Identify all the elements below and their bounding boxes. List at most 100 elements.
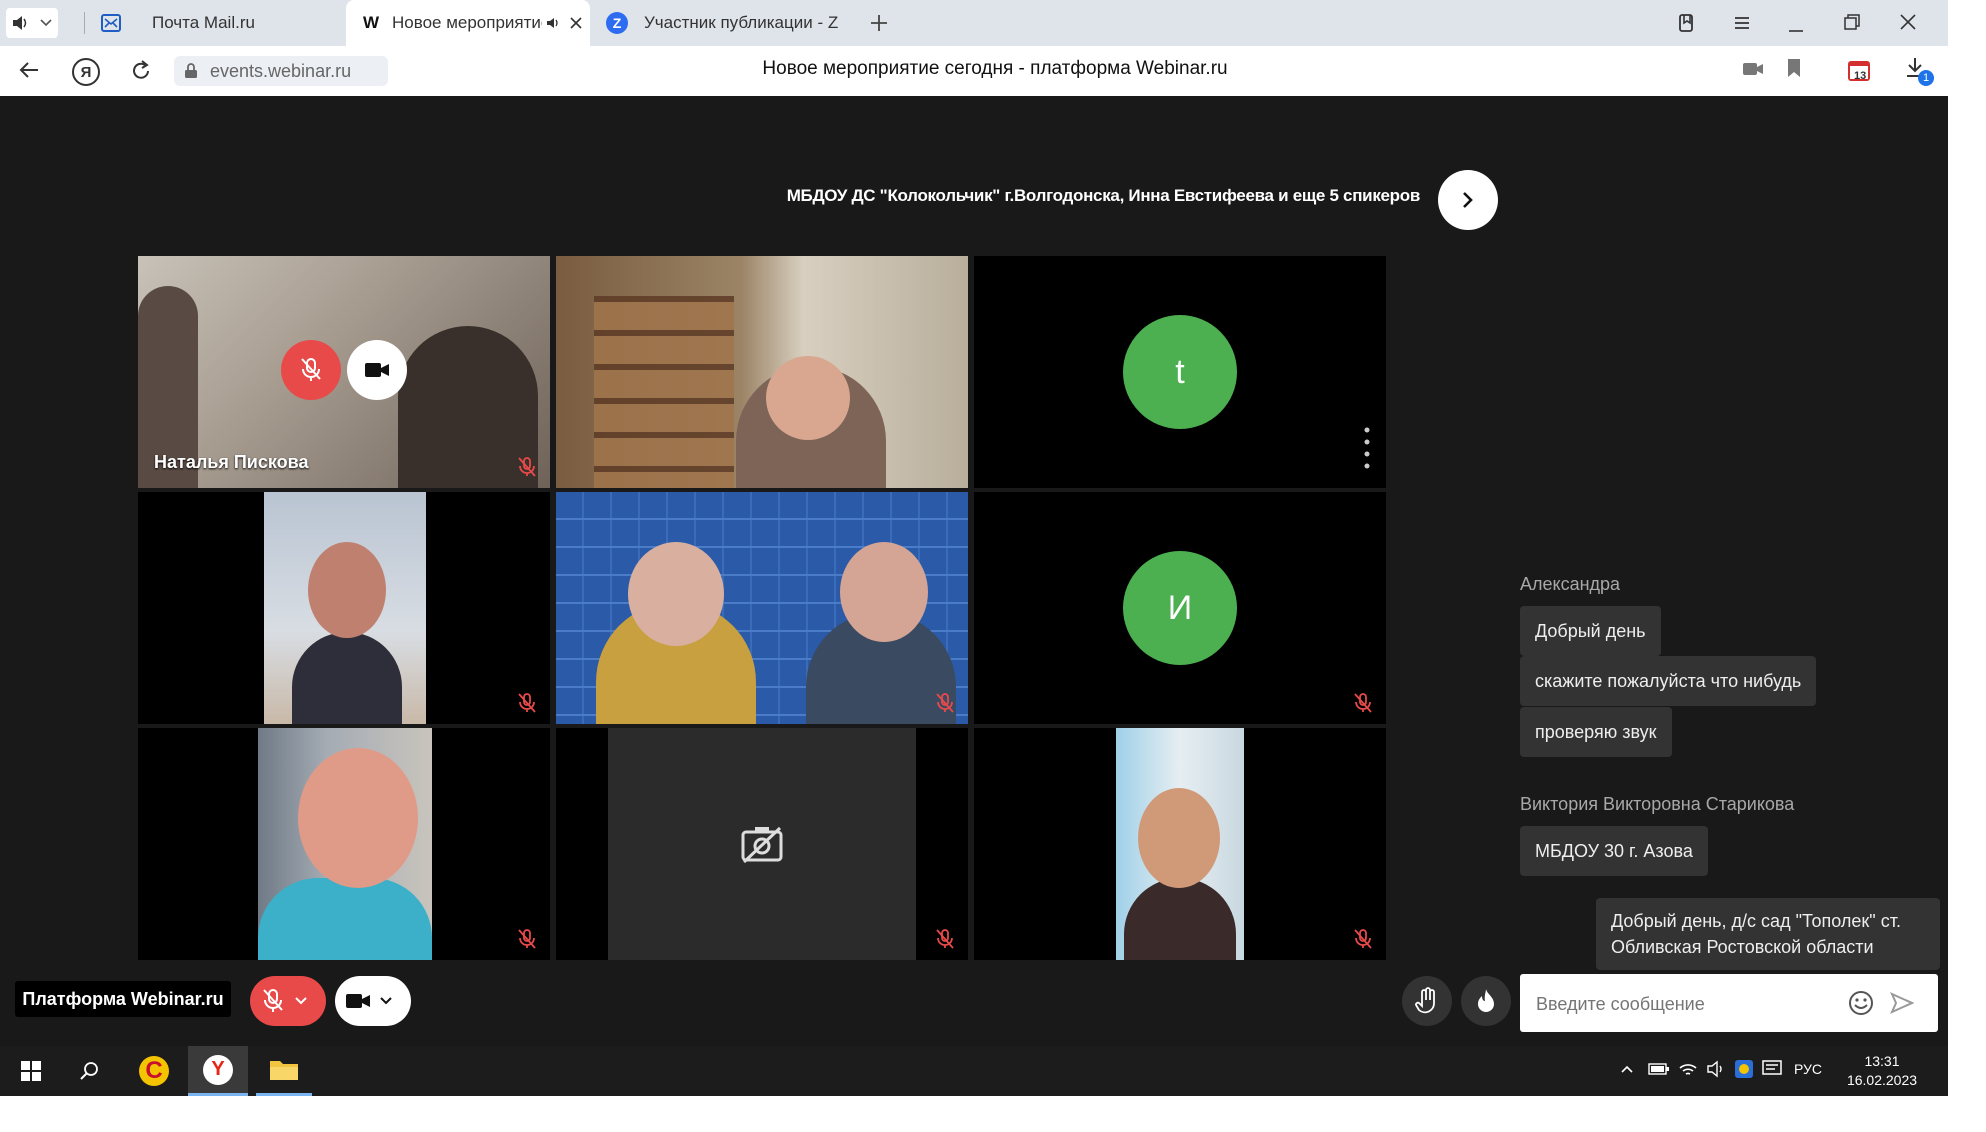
yandex-button[interactable]: Я — [72, 58, 100, 86]
speakers-line: МБДОУ ДС "Колокольчик" г.Волгодонска, Ин… — [786, 186, 1421, 205]
toggle-camera-button[interactable] — [347, 340, 407, 400]
video-tile[interactable]: Наталья Пискова — [138, 256, 550, 488]
next-speakers-button[interactable] — [1438, 170, 1498, 230]
participant-name: Наталья Пискова — [154, 452, 309, 472]
mic-off-icon — [263, 989, 283, 1012]
mic-muted-icon — [518, 929, 536, 949]
bookshelf — [594, 296, 734, 488]
platform-label: Платформа Webinar.ru — [15, 981, 231, 1017]
video-tile[interactable]: И — [974, 492, 1386, 724]
mic-muted-icon — [518, 457, 536, 477]
reload-button[interactable] — [130, 58, 152, 87]
clock-time: 13:31 — [1864, 1053, 1900, 1069]
chat-input[interactable] — [1534, 986, 1838, 1022]
camera-control[interactable] — [335, 976, 411, 1026]
participant-video — [298, 748, 418, 888]
lock-icon — [185, 63, 197, 78]
search-icon — [80, 1062, 98, 1080]
participant-video — [1138, 788, 1220, 888]
downloads-button[interactable]: 1 — [1904, 56, 1934, 86]
participant-video — [628, 542, 724, 646]
wifi-icon[interactable] — [1678, 1060, 1698, 1078]
hand-icon — [1415, 987, 1435, 1014]
zoom-z-icon: Z — [606, 12, 628, 34]
video-tile[interactable] — [974, 728, 1386, 960]
video-camera-icon — [365, 363, 389, 377]
microphone-control[interactable] — [250, 976, 326, 1026]
new-tab-button[interactable] — [866, 10, 892, 36]
video-tile[interactable] — [138, 492, 550, 724]
page-title: Новое мероприятие сегодня - платформа We… — [762, 58, 1228, 79]
video-tile[interactable] — [138, 728, 550, 960]
back-button[interactable] — [18, 60, 40, 85]
tab-title: Новое мероприятие — [392, 13, 542, 32]
taskbar-app-c[interactable]: C — [128, 1046, 180, 1096]
windows-taskbar: C Y РУС 13:31 16.02.2023 — [0, 1046, 1948, 1096]
mic-off-icon — [301, 358, 321, 381]
video-tile[interactable] — [556, 256, 968, 488]
language-indicator[interactable]: РУС — [1794, 1061, 1822, 1077]
calendar-extension-button[interactable]: 13 — [1846, 56, 1874, 84]
close-icon — [1900, 14, 1916, 30]
bookmark-button[interactable] — [1786, 58, 1802, 83]
tab-title: Почта Mail.ru — [152, 13, 255, 32]
tab-divider — [84, 12, 85, 34]
browser-tab-bar: Почта Mail.ru W Новое мероприятие Z Учас… — [0, 0, 1948, 46]
reload-icon — [133, 60, 149, 79]
toggle-mic-button[interactable] — [281, 340, 341, 400]
minimize-button[interactable] — [1786, 14, 1806, 39]
clock[interactable]: 13:31 16.02.2023 — [1842, 1052, 1922, 1090]
tab-mail[interactable]: Почта Mail.ru — [100, 0, 340, 46]
taskbar-file-explorer[interactable] — [256, 1046, 312, 1096]
collections-button[interactable] — [1676, 12, 1698, 39]
chat-input-box[interactable] — [1520, 974, 1938, 1032]
bookmark-icon — [1788, 59, 1800, 77]
c-app-icon: C — [139, 1056, 169, 1086]
tab-zoom[interactable]: Z Участник публикации - Zo — [606, 0, 846, 46]
start-button[interactable] — [8, 1046, 54, 1096]
emoji-icon[interactable] — [1848, 990, 1874, 1016]
chevron-down-icon[interactable] — [294, 996, 308, 1006]
close-window-button[interactable] — [1898, 12, 1918, 37]
chevron-down-icon — [40, 19, 52, 27]
close-tab-icon[interactable] — [570, 17, 582, 29]
audio-control[interactable] — [6, 8, 58, 38]
menu-button[interactable] — [1732, 14, 1752, 37]
bookmarks-panel-icon — [1679, 14, 1693, 32]
more-options-icon[interactable] — [1364, 426, 1370, 474]
taskbar-yandex-browser[interactable]: Y — [188, 1046, 248, 1096]
volume-icon[interactable] — [1706, 1060, 1726, 1078]
restore-button[interactable] — [1842, 12, 1862, 37]
chat-message: МБДОУ 30 г. Азова — [1520, 826, 1708, 876]
action-center-icon[interactable] — [1762, 1060, 1782, 1078]
search-button[interactable] — [66, 1046, 112, 1096]
chat-message: скажите пожалуйста что нибудь — [1520, 656, 1817, 706]
downloads-badge: 1 — [1918, 70, 1934, 86]
battery-icon[interactable] — [1648, 1062, 1670, 1076]
participant-video — [308, 542, 386, 638]
tab-title: Участник публикации - Zo — [644, 13, 838, 32]
hamburger-icon — [1735, 17, 1749, 29]
raise-hand-button[interactable] — [1402, 976, 1452, 1026]
chevron-right-icon — [1463, 192, 1473, 208]
chevron-down-icon[interactable] — [379, 996, 393, 1006]
tab-webinar[interactable]: W Новое мероприятие — [346, 0, 590, 46]
camera-permission-button[interactable] — [1742, 62, 1764, 81]
video-tile[interactable] — [556, 728, 968, 960]
video-tile[interactable]: t — [974, 256, 1386, 488]
video-tile[interactable] — [556, 492, 968, 724]
url-field[interactable]: events.webinar.ru — [174, 56, 388, 86]
participant-video — [840, 542, 928, 642]
participant-video — [766, 356, 850, 440]
plus-icon — [871, 15, 887, 31]
chevron-up-icon[interactable] — [1620, 1064, 1634, 1074]
notification-app-icon[interactable] — [1734, 1059, 1754, 1079]
send-icon[interactable] — [1890, 992, 1914, 1014]
reactions-button[interactable] — [1461, 976, 1511, 1026]
camera-off-icon — [741, 826, 783, 864]
arrow-left-icon — [19, 62, 38, 78]
speaker-icon — [13, 16, 27, 30]
mic-muted-icon — [1354, 929, 1372, 949]
restore-icon — [1844, 14, 1860, 30]
own-message-line: Добрый день, д/с сад "Тополек" ст. — [1611, 911, 1901, 931]
